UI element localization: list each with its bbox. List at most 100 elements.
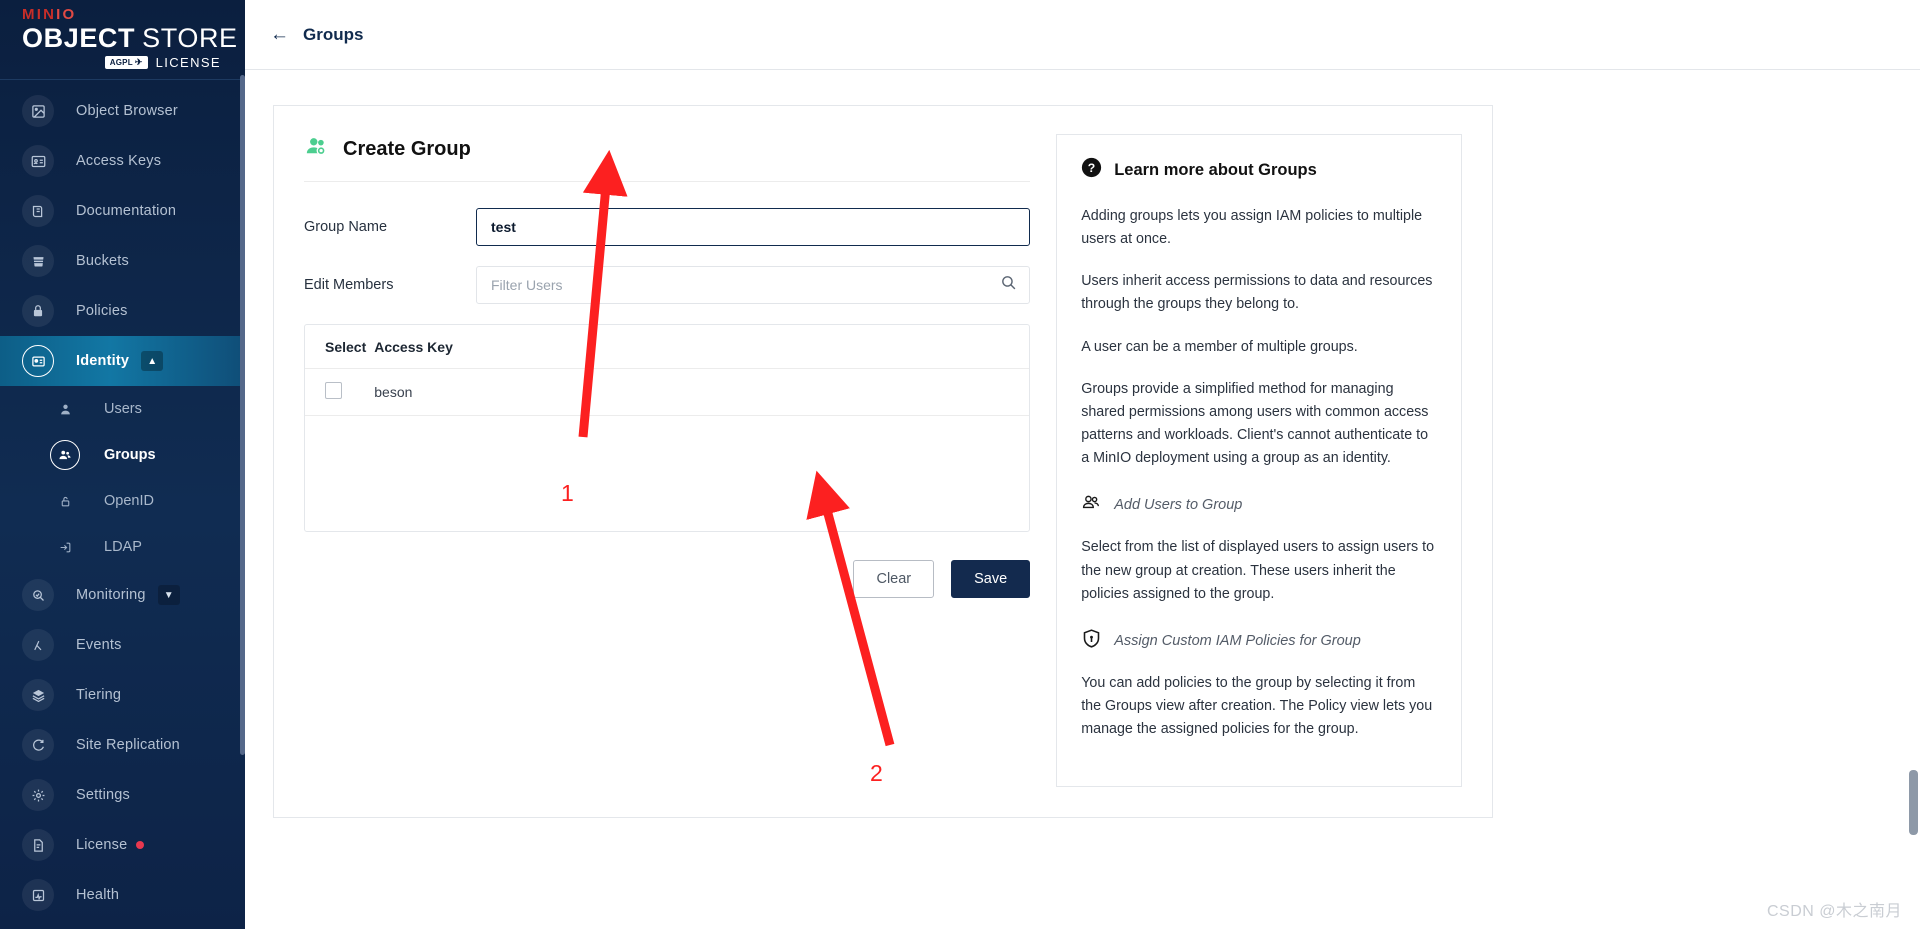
sidebar-item-label: Site Replication [76, 737, 180, 753]
annotation-marker-1: 1 [561, 480, 574, 506]
sidebar-item-identity[interactable]: Identity ▲ [0, 336, 245, 386]
row-checkbox[interactable] [325, 382, 342, 399]
swoosh-icon: ✈ [134, 56, 143, 67]
license-alert-badge [136, 841, 145, 849]
help-title: Learn more about Groups [1114, 160, 1317, 179]
sidebar-item-label: Access Keys [76, 153, 162, 169]
sidebar-item-access-keys[interactable]: Access Keys [0, 136, 245, 186]
shield-icon [1081, 628, 1102, 654]
table-row[interactable]: beson [305, 368, 1030, 416]
help-panel: ? Learn more about Groups Adding groups … [1056, 134, 1462, 788]
user-icon [54, 398, 76, 420]
save-button[interactable]: Save [951, 560, 1031, 598]
filter-users-input[interactable] [476, 266, 1031, 304]
logo-objectstore: OBJECT STORE [22, 23, 237, 54]
logo-min: MIN [22, 6, 57, 24]
content-area: Create Group Group Name Edit Members [245, 70, 1920, 819]
sidebar-item-monitoring[interactable]: Monitoring ▼ [0, 570, 245, 620]
members-table: Select Access Key beson [305, 325, 1030, 416]
sidebar-item-users[interactable]: Users [0, 386, 245, 432]
sidebar-item-settings[interactable]: Settings [0, 770, 245, 820]
sidebar-item-health[interactable]: Health [0, 870, 245, 920]
help-subsection-body: Select from the list of displayed users … [1081, 539, 1435, 602]
column-header-access-key: Access Key [374, 325, 1030, 369]
help-paragraph: Adding groups lets you assign IAM polici… [1081, 208, 1423, 248]
sidebar-item-label: Policies [76, 303, 128, 319]
image-icon [22, 95, 54, 127]
page-scrollbar[interactable] [1909, 770, 1918, 835]
svg-text:?: ? [1088, 161, 1095, 175]
logo-store-word: STORE [142, 23, 238, 54]
sidebar-item-groups[interactable]: Groups [0, 432, 245, 478]
form-actions: Clear Save [304, 560, 1031, 598]
help-paragraph: A user can be a member of multiple group… [1081, 338, 1358, 355]
sidebar-item-site-replication[interactable]: Site Replication [0, 720, 245, 770]
row-select-cell [305, 368, 375, 416]
sidebar-item-openid[interactable]: OpenID [0, 478, 245, 524]
sidebar-item-label: Identity [76, 353, 130, 369]
group-name-input[interactable] [476, 208, 1031, 246]
agpl-badge: AGPL ✈ [104, 55, 148, 69]
license-word: LICENSE [155, 54, 221, 70]
clear-button[interactable]: Clear [853, 560, 935, 598]
sidebar: MINIO OBJECT STORE AGPL ✈ LICENSE Object… [0, 0, 245, 929]
watermark: CSDN @木之南月 [1766, 903, 1902, 920]
bucket-icon [22, 245, 54, 277]
help-subsection-body: You can add policies to the group by sel… [1081, 674, 1433, 738]
sidebar-item-label: Health [76, 887, 120, 903]
login-icon [54, 536, 76, 558]
table-head: Select Access Key [305, 325, 1030, 369]
sidebar-item-tiering[interactable]: Tiering [0, 670, 245, 720]
monitoring-icon [22, 579, 54, 611]
sidebar-item-label: Events [76, 637, 122, 653]
identity-icon [22, 345, 54, 377]
groups-icon [50, 440, 80, 470]
annotation-marker-2: 2 [870, 760, 883, 786]
members-table-container[interactable]: Select Access Key beson [304, 324, 1031, 532]
sidebar-item-object-browser[interactable]: Object Browser [0, 86, 245, 136]
sidebar-item-label: Monitoring [76, 587, 146, 603]
filter-users-wrap [476, 266, 1031, 304]
card-title: Create Group [343, 138, 471, 160]
sidebar-item-events[interactable]: Events [0, 620, 245, 670]
table-header-row: Select Access Key [305, 325, 1030, 369]
group-name-row: Group Name [304, 208, 1031, 246]
page-header: ← Groups [245, 0, 1920, 70]
health-icon [22, 879, 54, 911]
brand-logo[interactable]: MINIO OBJECT STORE AGPL ✈ LICENSE [0, 0, 245, 80]
help-header: ? Learn more about Groups [1081, 157, 1437, 183]
sidebar-item-label: OpenID [104, 493, 154, 509]
sidebar-item-license[interactable]: License [0, 820, 245, 870]
logo-minio-text: MINIO [22, 7, 223, 23]
sidebar-item-documentation[interactable]: Documentation [0, 186, 245, 236]
app-root: MINIO OBJECT STORE AGPL ✈ LICENSE Object… [0, 0, 1920, 929]
sidebar-item-policies[interactable]: Policies [0, 286, 245, 336]
sidebar-item-buckets[interactable]: Buckets [0, 236, 245, 286]
groups-green-icon [304, 134, 330, 165]
lock-icon [22, 295, 54, 327]
row-access-key: beson [374, 368, 1030, 416]
create-group-form: Create Group Group Name Edit Members [304, 134, 1031, 787]
help-subsection-label: Add Users to Group [1114, 497, 1243, 514]
sidebar-item-label: Users [104, 401, 142, 417]
help-paragraph: Users inherit access permissions to data… [1081, 273, 1433, 313]
main-content: ← Groups Create Group Group Name test Ed… [245, 0, 1920, 929]
sidebar-item-label: Tiering [76, 687, 122, 703]
logo-io: IO [56, 6, 77, 24]
help-subsection-label: Assign Custom IAM Policies for Group [1114, 632, 1361, 649]
layers-icon [22, 679, 54, 711]
license-icon [22, 829, 54, 861]
sidebar-item-ldap[interactable]: LDAP [0, 524, 245, 570]
lambda-icon [22, 629, 54, 661]
sidebar-item-label: Settings [76, 787, 130, 803]
logo-object-word: OBJECT [22, 23, 136, 54]
help-subsection-iam-policies: Assign Custom IAM Policies for Group [1081, 628, 1437, 654]
chevron-up-icon[interactable]: ▲ [141, 351, 164, 371]
sidebar-item-label: Object Browser [76, 103, 178, 119]
sync-icon [22, 729, 54, 761]
chevron-down-icon[interactable]: ▼ [157, 585, 180, 605]
column-header-select: Select [305, 325, 375, 369]
arrow-left-icon[interactable]: ← [270, 25, 289, 44]
book-icon [22, 195, 54, 227]
table-body: beson [305, 368, 1030, 416]
